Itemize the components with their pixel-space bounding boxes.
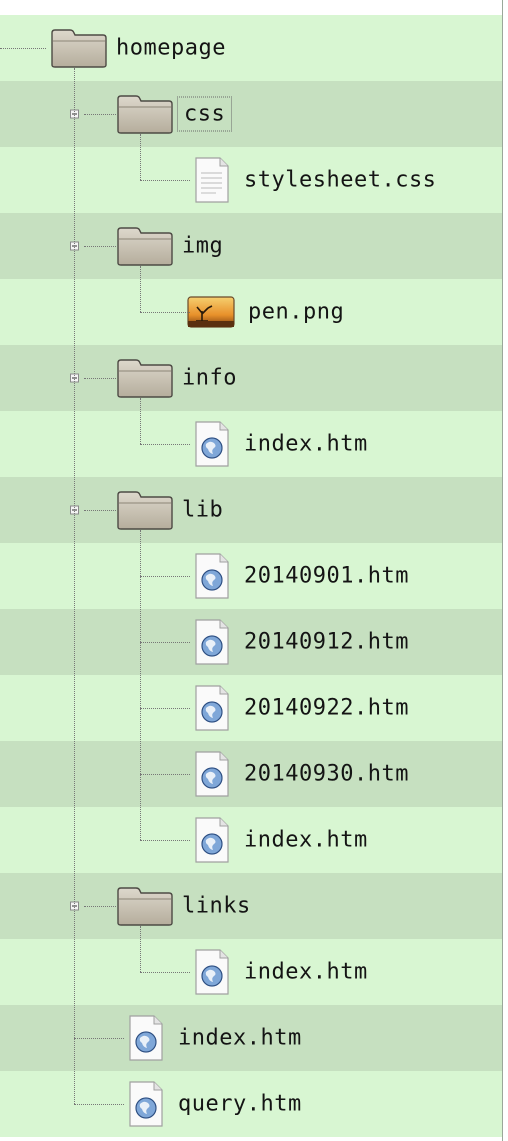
tree-node-label: lib xyxy=(182,497,224,523)
tree-node-20140901-htm[interactable]: 20140901.htm xyxy=(0,543,502,609)
tree-connector xyxy=(84,378,116,379)
tree-connector xyxy=(140,708,190,709)
folder-icon xyxy=(116,225,174,267)
html-file-icon xyxy=(192,948,232,996)
tree-node-label: homepage xyxy=(116,35,226,61)
html-file-icon xyxy=(192,420,232,468)
tree-node-img[interactable]: img xyxy=(0,213,502,279)
tree-connector xyxy=(74,1038,124,1039)
tree-node-label: 20140930.htm xyxy=(244,761,409,787)
tree-connector xyxy=(140,642,190,643)
tree-node-label: 20140912.htm xyxy=(244,629,409,655)
tree-node-lib[interactable]: lib xyxy=(0,477,502,543)
tree-node-label: index.htm xyxy=(244,431,368,457)
tree-connector xyxy=(84,114,116,115)
image-file-icon xyxy=(186,295,236,329)
tree-node-label: links xyxy=(182,893,251,919)
folder-icon xyxy=(50,27,108,69)
tree-node-label: query.htm xyxy=(178,1091,302,1117)
html-file-icon xyxy=(192,684,232,732)
folder-icon xyxy=(116,885,174,927)
tree-node-20140930-htm[interactable]: 20140930.htm xyxy=(0,741,502,807)
tree-node-label: index.htm xyxy=(244,959,368,985)
tree-node-label: 20140922.htm xyxy=(244,695,409,721)
tree-node-label: css xyxy=(176,96,233,132)
tree-node-label: 20140901.htm xyxy=(244,563,409,589)
tree-connector xyxy=(84,510,116,511)
html-file-icon xyxy=(126,1014,166,1062)
tree-node-label: index.htm xyxy=(178,1025,302,1051)
tree-node-info-index-htm[interactable]: index.htm xyxy=(0,411,502,477)
tree-node-20140912-htm[interactable]: 20140912.htm xyxy=(0,609,502,675)
tree-connector xyxy=(74,68,75,1104)
tree-node-info[interactable]: info xyxy=(0,345,502,411)
tree-connector xyxy=(140,312,190,313)
tree-connector xyxy=(74,1104,124,1105)
html-file-icon xyxy=(126,1080,166,1128)
folder-icon xyxy=(116,489,174,531)
html-file-icon xyxy=(192,816,232,864)
tree-node-links-index-htm[interactable]: index.htm xyxy=(0,939,502,1005)
text-file-icon xyxy=(192,156,232,204)
folder-icon xyxy=(116,93,174,135)
tree-connector xyxy=(140,134,141,180)
tree-node-20140922-htm[interactable]: 20140922.htm xyxy=(0,675,502,741)
tree-connector xyxy=(84,246,116,247)
tree-node-css[interactable]: css xyxy=(0,81,502,147)
tree-node-lib-index-htm[interactable]: index.htm xyxy=(0,807,502,873)
html-file-icon xyxy=(192,618,232,666)
tree-node-label: stylesheet.css xyxy=(244,167,437,193)
tree-connector xyxy=(140,444,190,445)
tree-connector xyxy=(140,972,190,973)
tree-node-links[interactable]: links xyxy=(0,873,502,939)
tree-node-label: pen.png xyxy=(248,299,345,325)
folder-icon xyxy=(116,357,174,399)
tree-node-stylesheet-css[interactable]: stylesheet.css xyxy=(0,147,502,213)
tree-connector xyxy=(140,576,190,577)
tree-connector xyxy=(140,840,190,841)
tree-connector xyxy=(140,266,141,312)
tree-connector xyxy=(140,774,190,775)
tree-connector xyxy=(140,530,141,840)
tree-connector xyxy=(0,48,46,49)
tree-connector xyxy=(140,180,190,181)
tree-node-homepage[interactable]: homepage xyxy=(0,15,502,81)
tree-connector xyxy=(140,398,141,444)
file-tree: homepage css stylesheet.css img pen.png … xyxy=(0,0,503,1141)
tree-connector xyxy=(84,906,116,907)
tree-node-label: index.htm xyxy=(244,827,368,853)
tree-node-pen-png[interactable]: pen.png xyxy=(0,279,502,345)
tree-node-label: info xyxy=(182,365,237,391)
html-file-icon xyxy=(192,552,232,600)
tree-node-label: img xyxy=(182,233,224,259)
tree-connector xyxy=(140,926,141,972)
html-file-icon xyxy=(192,750,232,798)
